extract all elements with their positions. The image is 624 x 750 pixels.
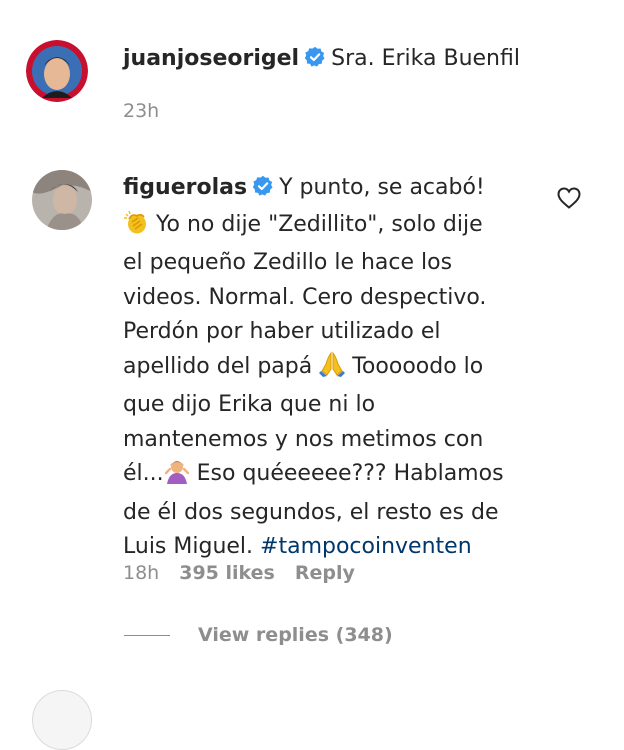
comment-line: Eso quéeeeee??? Hablamos (196, 461, 504, 486)
comment-line: videos. Normal. Cero despectivo. (123, 284, 487, 310)
likes-count[interactable]: 395 likes (179, 562, 275, 584)
person-shrugging-icon (164, 458, 190, 496)
avatar[interactable] (32, 170, 92, 230)
comment-figuerolas: figuerolas Y punto, se acabó! Yo no dije … (0, 0, 624, 750)
comment-line: el pequeño Zedillo le hace los (123, 250, 453, 275)
comment-line: Y punto, se acabó! (279, 175, 485, 200)
comment-line: Yo no dije "Zedillito", solo dije (156, 211, 483, 237)
folded-hands-icon (319, 350, 346, 389)
clapping-hands-icon (123, 209, 149, 247)
username[interactable]: figuerolas (123, 175, 247, 200)
hashtag-link[interactable]: #tampocoinventen (260, 534, 472, 559)
comment-line: que dijo Erika que ni lo (123, 392, 376, 417)
divider (124, 635, 170, 636)
comment-line: él... (123, 461, 164, 486)
view-replies-label: View replies (348) (198, 624, 393, 646)
comment-line: Tooooodo lo (352, 353, 484, 379)
reply-button[interactable]: Reply (295, 562, 355, 584)
comment-meta: 18h 395 likes Reply (123, 562, 375, 584)
comment-line: Luis Miguel. (123, 534, 261, 559)
avatar[interactable] (32, 690, 92, 750)
comment-line: apellido del papá (123, 353, 313, 379)
comment-line: de él dos segundos, el resto es de (123, 499, 499, 525)
verified-badge-icon (252, 173, 273, 208)
comment-line: mantenemos y nos metimos con (123, 426, 484, 452)
comment-text: figuerolas Y punto, se acabó! Yo no dije … (123, 171, 504, 565)
timestamp[interactable]: 18h (123, 562, 159, 584)
view-replies-button[interactable]: View replies (348) (124, 624, 393, 646)
comment-line: Perdón por haber utilizado el (123, 319, 441, 344)
like-heart-icon[interactable] (557, 187, 581, 213)
